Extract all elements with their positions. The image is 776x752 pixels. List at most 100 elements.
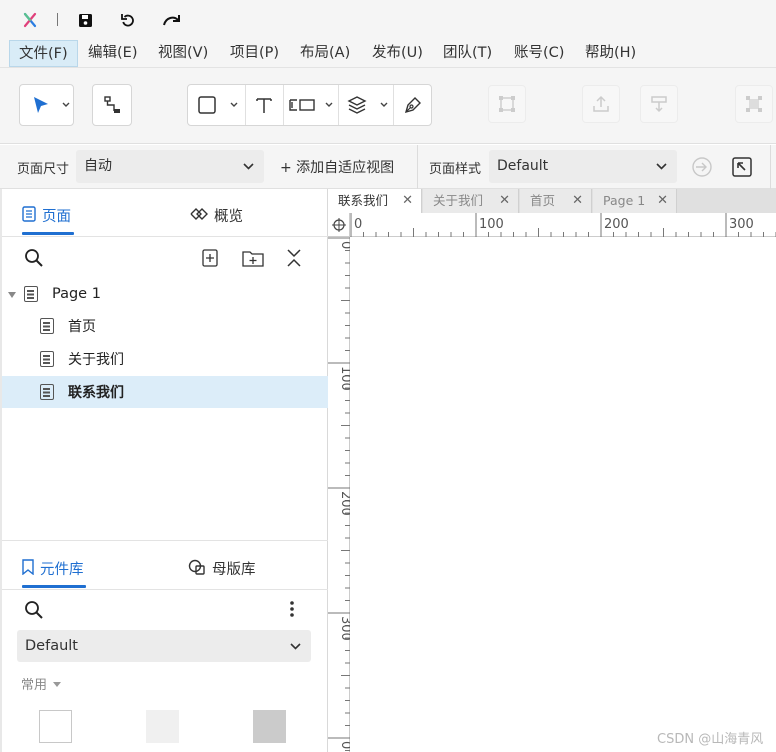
connector-tool[interactable] — [92, 84, 132, 126]
menu-help[interactable]: 帮助(H) — [579, 40, 642, 67]
title-bar — [0, 0, 776, 38]
menu-view[interactable]: 视图(V) — [152, 40, 214, 67]
redo-icon[interactable] — [160, 8, 184, 32]
horizontal-ruler[interactable]: 0 100 200 300 — [350, 213, 776, 237]
tree-item-about[interactable]: 关于我们 — [2, 343, 328, 375]
ruler-label: 0 — [354, 217, 362, 232]
doc-tab-label: 关于我们 — [433, 193, 484, 208]
tree-item-label: Page 1 — [52, 286, 101, 302]
add-adaptive-view-button[interactable]: + 添加自适应视图 — [280, 157, 394, 177]
menu-file[interactable]: 文件(F) — [9, 40, 78, 67]
tab-pages[interactable]: 页面 — [22, 205, 71, 226]
tab-masters[interactable]: 母版库 — [188, 558, 256, 579]
add-page-icon[interactable] — [202, 249, 218, 271]
rectangle-icon[interactable] — [190, 85, 224, 125]
page-size-select[interactable]: 自动 — [76, 150, 264, 183]
close-icon[interactable]: ✕ — [572, 189, 583, 213]
ruler-label: 100 — [479, 217, 504, 232]
chevron-down-icon[interactable] — [375, 85, 393, 125]
ruler-label: 0 — [338, 741, 350, 749]
toolbar — [0, 68, 776, 144]
bring-front-icon[interactable] — [582, 85, 620, 123]
menu-publish[interactable]: 发布(U) — [366, 40, 429, 67]
doc-tab-page1[interactable]: Page 1 ✕ — [593, 189, 677, 213]
widget-box[interactable] — [39, 710, 72, 743]
widget-image[interactable] — [253, 710, 286, 743]
tab-active-indicator — [22, 232, 74, 235]
group-icon[interactable] — [488, 85, 526, 123]
collapse-all-icon[interactable] — [286, 248, 302, 272]
design-canvas[interactable] — [351, 238, 776, 752]
menu-bar: 文件(F) 编辑(E) 视图(V) 项目(P) 布局(A) 发布(U) 团队(T… — [0, 38, 776, 68]
layers-icon[interactable] — [339, 85, 375, 125]
tab-outline[interactable]: 概览 — [190, 205, 243, 226]
page-icon — [40, 351, 54, 367]
ungroup-icon[interactable] — [735, 85, 773, 123]
chevron-down-icon[interactable] — [58, 85, 74, 125]
outline-icon — [190, 207, 208, 225]
chevron-down-icon — [656, 150, 667, 183]
category-label: 常用 — [21, 678, 48, 693]
widget-placeholder[interactable] — [146, 710, 179, 743]
undo-icon[interactable] — [116, 8, 140, 32]
doc-tab-label: 首页 — [530, 193, 556, 208]
tab-active-indicator — [22, 585, 86, 588]
title-separator — [57, 13, 58, 26]
chevron-down-icon[interactable] — [224, 85, 244, 125]
text-icon[interactable] — [246, 85, 282, 125]
library-select[interactable]: Default — [17, 630, 311, 662]
page-options-bar: 页面尺寸 自动 + 添加自适应视图 页面样式 Default — [0, 145, 776, 189]
search-icon[interactable] — [24, 248, 44, 272]
ruler-origin[interactable] — [328, 213, 350, 237]
doc-tab-about[interactable]: 关于我们 ✕ — [423, 189, 519, 213]
chevron-down-icon — [290, 630, 301, 662]
close-icon[interactable]: ✕ — [499, 189, 510, 213]
ruler-label: 0 — [338, 241, 350, 249]
vertical-ruler[interactable]: 0 100 200 300 0 — [328, 237, 353, 752]
app-logo-icon — [18, 8, 42, 32]
page-icon — [40, 384, 54, 400]
tab-widgets[interactable]: 元件库 — [22, 558, 84, 579]
insert-tool-group — [187, 84, 432, 126]
document-tabs: 联系我们 ✕ 关于我们 ✕ 首页 ✕ Page 1 ✕ — [328, 189, 776, 213]
page-style-select[interactable]: Default — [489, 150, 677, 183]
doc-tab-home[interactable]: 首页 ✕ — [520, 189, 592, 213]
ruler-label: 100 — [338, 366, 350, 391]
category-toggle[interactable]: 常用 — [21, 674, 62, 693]
close-icon[interactable]: ✕ — [657, 189, 668, 213]
save-icon[interactable] — [73, 8, 97, 32]
menu-edit[interactable]: 编辑(E) — [82, 40, 143, 67]
menu-team[interactable]: 团队(T) — [437, 40, 498, 67]
ruler-label: 300 — [729, 217, 754, 232]
menu-layout[interactable]: 布局(A) — [294, 40, 356, 67]
library-select-value: Default — [25, 638, 78, 654]
close-icon[interactable]: ✕ — [402, 189, 413, 213]
watermark: CSDN @山海青风 — [657, 732, 764, 747]
doc-tab-label: Page 1 — [603, 193, 646, 208]
page-icon — [40, 318, 54, 334]
tab-widgets-label: 元件库 — [40, 562, 84, 578]
search-icon[interactable] — [24, 600, 44, 624]
input-field-icon[interactable] — [284, 85, 320, 125]
tree-item-home[interactable]: 首页 — [2, 310, 328, 342]
doc-tab-contact[interactable]: 联系我们 ✕ — [328, 189, 422, 213]
ruler-label: 200 — [338, 491, 350, 516]
left-panel: 页面 概览 Page 1 首页 关于我们 联系我们 元件库 母版库 Defaul… — [0, 189, 328, 752]
bookmark-icon — [22, 558, 34, 579]
page-notes-icon[interactable] — [731, 156, 753, 178]
pointer-icon[interactable] — [24, 85, 58, 125]
pen-icon[interactable] — [394, 85, 432, 125]
menu-account[interactable]: 账号(C) — [508, 40, 570, 67]
send-back-icon[interactable] — [640, 85, 678, 123]
tree-item-label: 联系我们 — [68, 385, 124, 401]
tree-item-label: 关于我们 — [68, 352, 124, 368]
tab-pages-label: 页面 — [42, 209, 71, 225]
doc-tab-label: 联系我们 — [338, 193, 389, 208]
chevron-down-icon[interactable] — [320, 85, 338, 125]
add-folder-icon[interactable] — [242, 249, 264, 271]
more-options-icon[interactable] — [289, 600, 295, 622]
apply-style-icon[interactable] — [691, 156, 713, 178]
menu-project[interactable]: 项目(P) — [224, 40, 285, 67]
tree-item-page1[interactable]: Page 1 — [2, 278, 328, 310]
tree-item-contact[interactable]: 联系我们 — [2, 376, 328, 408]
